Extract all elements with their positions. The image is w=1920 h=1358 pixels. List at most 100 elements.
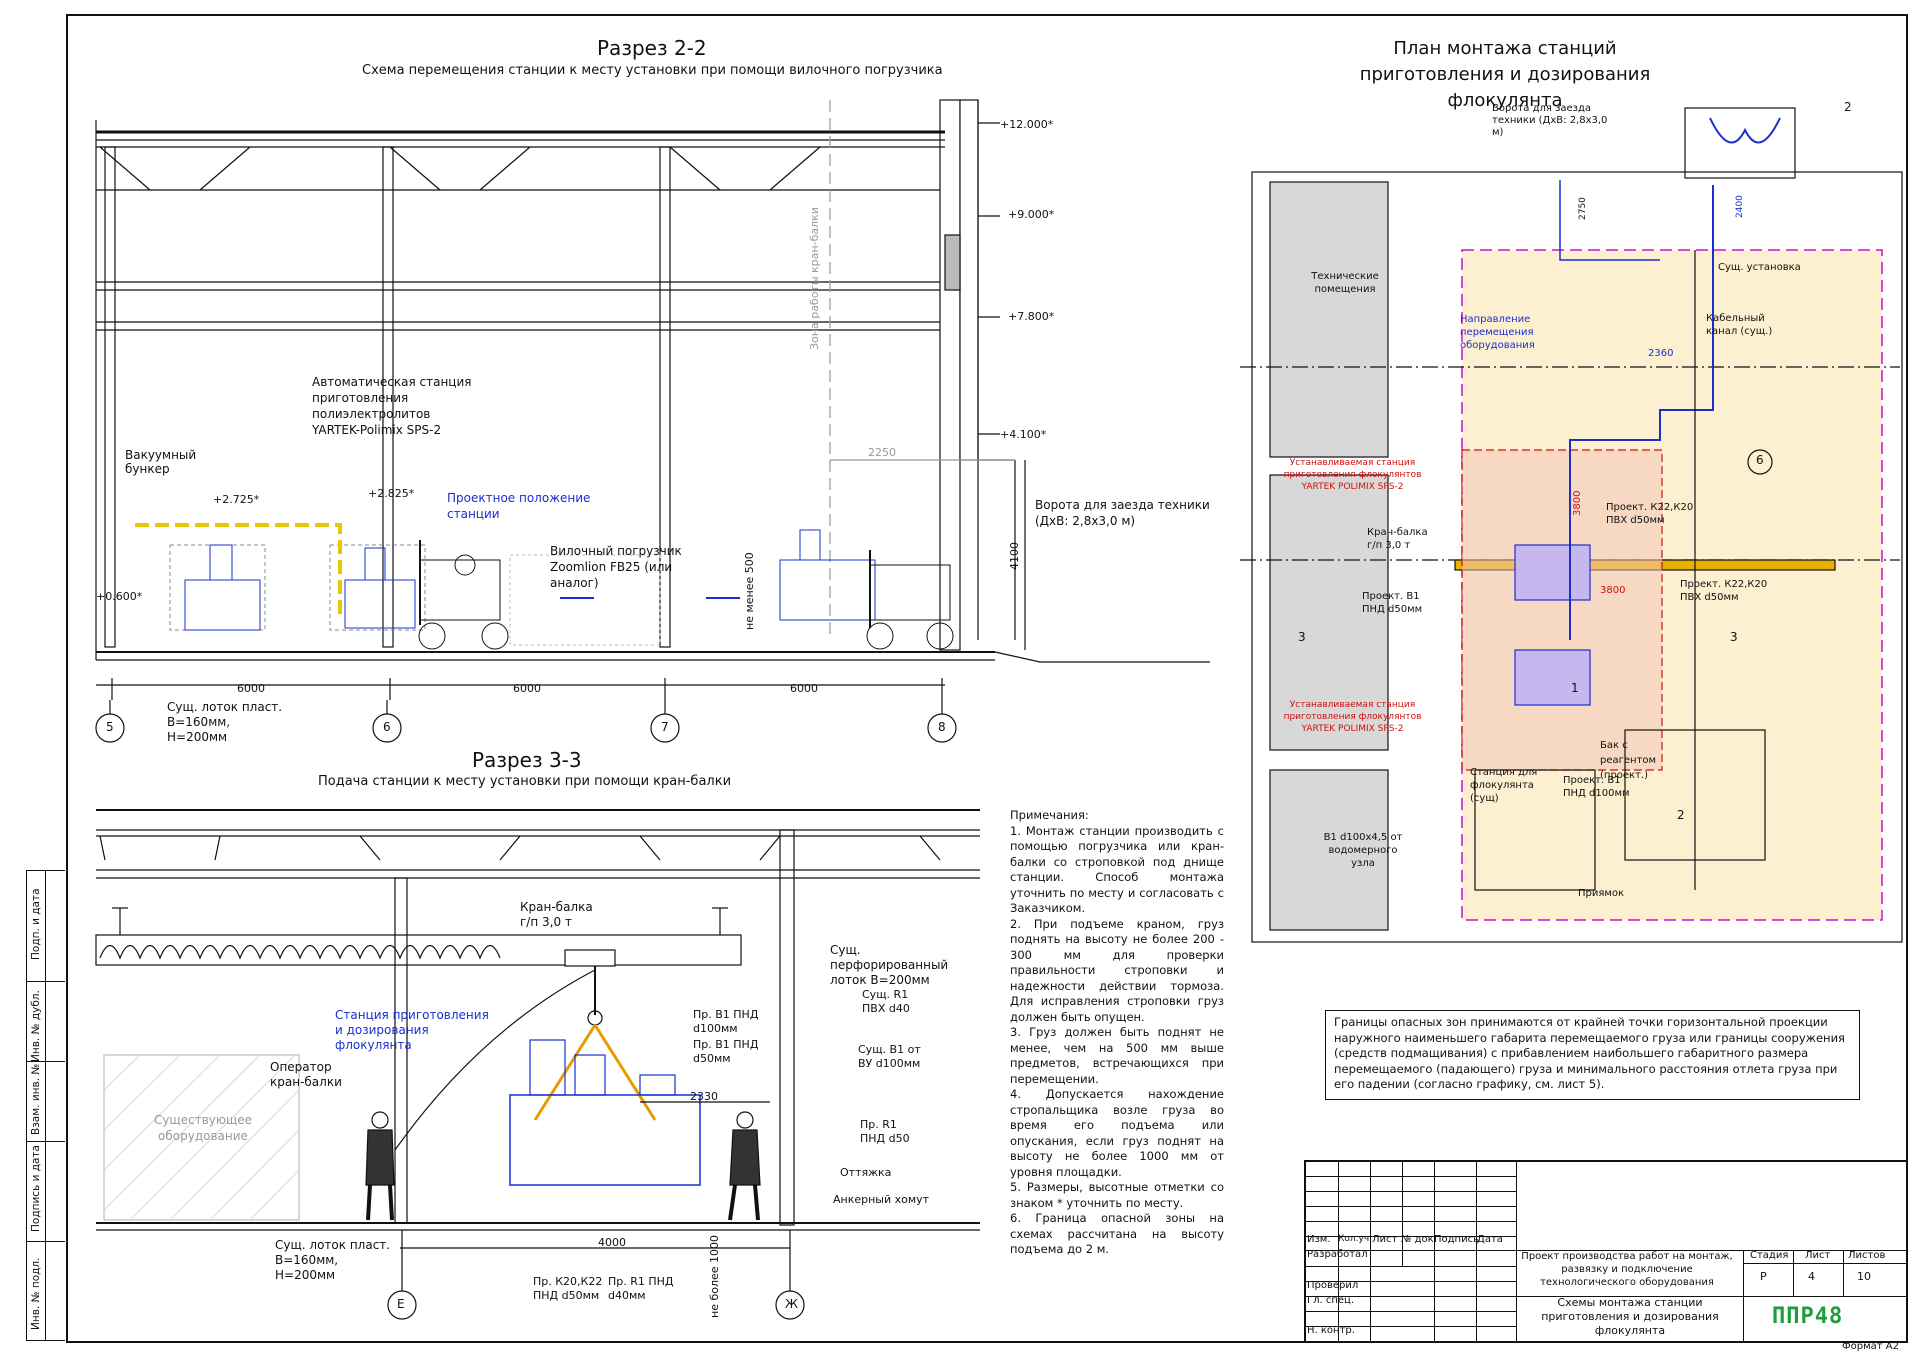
plan-cable-label: Кабельный канал (сущ.) <box>1706 313 1773 337</box>
crane-zone-label: Зона работы кран-балки <box>808 207 821 350</box>
pipe-label: Пр. К20,К22 ПНД d50мм <box>533 1275 603 1302</box>
level-label: +7.800* <box>1008 310 1055 323</box>
pipe-label: Сущ. В1 от ВУ d100мм <box>858 1043 921 1070</box>
level-label: +4.100* <box>1000 428 1047 441</box>
hazard-note: Границы опасных зон принимаются от крайн… <box>1325 1010 1860 1100</box>
notes-block: Примечания: 1. Монтаж станции производит… <box>1010 808 1224 1258</box>
axis-label: Ж <box>785 1297 798 1311</box>
stamp-row: Гл. спец. <box>1307 1295 1355 1306</box>
dim-label: 6000 <box>237 682 265 695</box>
station-label: Станция приготовления и дозирования флок… <box>335 1008 489 1052</box>
plan-dim: 2400 <box>1735 195 1745 218</box>
pipe-label: Пр. В1 ПНД d50мм <box>693 1038 759 1065</box>
stamp-row: Разработал <box>1307 1249 1368 1260</box>
gate-label: Ворота для заезда техники (ДхВ: 2,8х3,0 … <box>1035 498 1210 528</box>
dim-label: 4100 <box>1008 542 1021 570</box>
plan-crane-label: Кран-балка г/п 3,0 т <box>1367 527 1428 551</box>
min1000-label: не более 1000 <box>708 1234 721 1318</box>
plan-dim: 2750 <box>1578 197 1588 220</box>
plan-mark: 6 <box>1756 453 1764 467</box>
pipe-label: Пр. R1 ПНД d40мм <box>608 1275 674 1302</box>
pipe-label: Сущ. R1 ПВХ d40 <box>862 988 910 1015</box>
min500-label: не менее 500 <box>743 552 756 630</box>
plan-dim: 2360 <box>1648 348 1674 359</box>
plan-mark: 2 <box>1677 808 1685 822</box>
axis-label: 6 <box>383 720 391 734</box>
crane-label: Кран-балка г/п 3,0 т <box>520 900 593 929</box>
plan-sump-label: Приямок <box>1578 888 1625 899</box>
existing-label: Существующее оборудование <box>153 1113 253 1143</box>
company-logo: ППР48 <box>1772 1304 1844 1329</box>
plan-gate-label: Ворота для заезда техники (ДхВ: 2,8х3,0 … <box>1492 103 1608 138</box>
plan-mark: 3 <box>1730 630 1738 644</box>
clamp-label: Анкерный хомут <box>833 1193 930 1206</box>
level-label: +2.825* <box>368 487 415 500</box>
stamp-stage-head: Стадия <box>1750 1250 1789 1261</box>
forklift-label: Вилочный погрузчик Zoomlion FB25 (или ан… <box>550 544 682 590</box>
plan-pipe-label: Проект. К22,К20 ПВХ d50мм <box>1680 579 1768 603</box>
plan-tech-label: Технические помещения <box>1311 271 1379 295</box>
level-label: +9.000* <box>1008 208 1055 221</box>
operator-label: Оператор кран-балки <box>270 1060 342 1089</box>
level-label: +12.000* <box>1000 118 1054 131</box>
stamp-col: Лист <box>1372 1234 1398 1245</box>
tray-label: Сущ. лоток пласт. В=160мм, Н=200мм <box>275 1238 391 1282</box>
notes-head: Примечания: <box>1010 808 1089 822</box>
dim-label: 4000 <box>598 1236 626 1249</box>
plan-dim: 3800 <box>1600 585 1626 596</box>
dim-label: 2330 <box>690 1090 718 1103</box>
station-label: Автоматическая станция приготовления пол… <box>312 375 472 437</box>
axis-label: Е <box>397 1297 405 1311</box>
ottyazhka-label: Оттяжка <box>840 1166 892 1179</box>
stamp-row: Проверил <box>1307 1280 1359 1291</box>
plan-installed-label: Устанавливаемая станция приготовления фл… <box>1283 458 1422 492</box>
level-label: +0.600* <box>96 590 143 603</box>
stamp-stage: Р <box>1760 1270 1767 1283</box>
section33-drawing <box>95 809 980 1320</box>
stamp-col: № док. <box>1401 1234 1437 1245</box>
stamp-row: Н. контр. <box>1307 1325 1355 1336</box>
pipe-label: Пр. В1 ПНД d100мм <box>693 1008 759 1035</box>
note-item: 6. Граница опасной зоны на схемах рассчи… <box>1010 1211 1224 1256</box>
plan-installed-label: Устанавливаемая станция приготовления фл… <box>1283 700 1422 734</box>
section33-title: Разрез 3-3 <box>472 748 582 772</box>
level-label: +2.725* <box>213 493 260 506</box>
plan-exist-install-label: Сущ. установка <box>1718 262 1801 273</box>
plan-mark: 3 <box>1298 630 1306 644</box>
note-item: 4. Допускается нахождение стропальщика в… <box>1010 1087 1224 1179</box>
vacuum-label: Вакуумный бункер <box>125 448 197 476</box>
note-item: 2. При подъеме краном, груз поднять на в… <box>1010 916 1224 1024</box>
plan-b1-label: В1 d100х4,5 от водомерного узла <box>1323 832 1403 869</box>
stamp-sheet-head: Лист <box>1805 1250 1831 1261</box>
axis-label: 5 <box>106 720 114 734</box>
axis-label: 8 <box>938 720 946 734</box>
axis-label: 7 <box>661 720 669 734</box>
plan-direction-label: Направление перемещения оборудования <box>1460 314 1535 351</box>
plan-dim: 3800 <box>1572 490 1583 516</box>
tray-label: Сущ. лоток пласт. В=160мм, Н=200мм <box>167 700 283 744</box>
plan-pipe-label: Проект. В1 ПНД d100мм <box>1563 775 1630 799</box>
stamp-sheet-title: Схемы монтажа станции приготовления и до… <box>1541 1296 1719 1337</box>
plan-drawing <box>1240 107 1903 943</box>
format-label: Формат А2 <box>1842 1341 1899 1352</box>
plan-mark: 2 <box>1844 100 1852 114</box>
stamp-sheets-head: Листов <box>1848 1250 1886 1261</box>
stamp-col: Подпись <box>1434 1234 1479 1245</box>
stamp-col: Изм. <box>1307 1234 1331 1245</box>
section33-subtitle: Подача станции к месту установки при пом… <box>318 774 732 789</box>
dim-label: 6000 <box>790 682 818 695</box>
dim-label: 6000 <box>513 682 541 695</box>
dim-label: 2250 <box>868 446 896 459</box>
plan-pipe-label: Проект. К22,К20 ПВХ d50мм <box>1606 502 1694 526</box>
note-item: 5. Размеры, высотные отметки со знаком *… <box>1010 1180 1224 1210</box>
note-item: 3. Груз должен быть поднят не менее, чем… <box>1010 1025 1224 1086</box>
perf-tray-label: Сущ. перфорированный лоток В=200мм <box>830 943 949 987</box>
stamp-sheets: 10 <box>1857 1270 1871 1283</box>
stamp-col: Дата <box>1477 1234 1503 1245</box>
stamp-col: Кол.уч <box>1338 1234 1370 1244</box>
stamp-sheet: 4 <box>1808 1270 1815 1283</box>
stamp-project: Проект производства работ на монтаж, раз… <box>1521 1251 1733 1288</box>
project-position-label: Проектное положение станции <box>447 491 591 521</box>
pipe-label: Пр. R1 ПНД d50 <box>860 1118 910 1145</box>
plan-pipe-label: Проект. В1 ПНД d50мм <box>1362 591 1423 615</box>
